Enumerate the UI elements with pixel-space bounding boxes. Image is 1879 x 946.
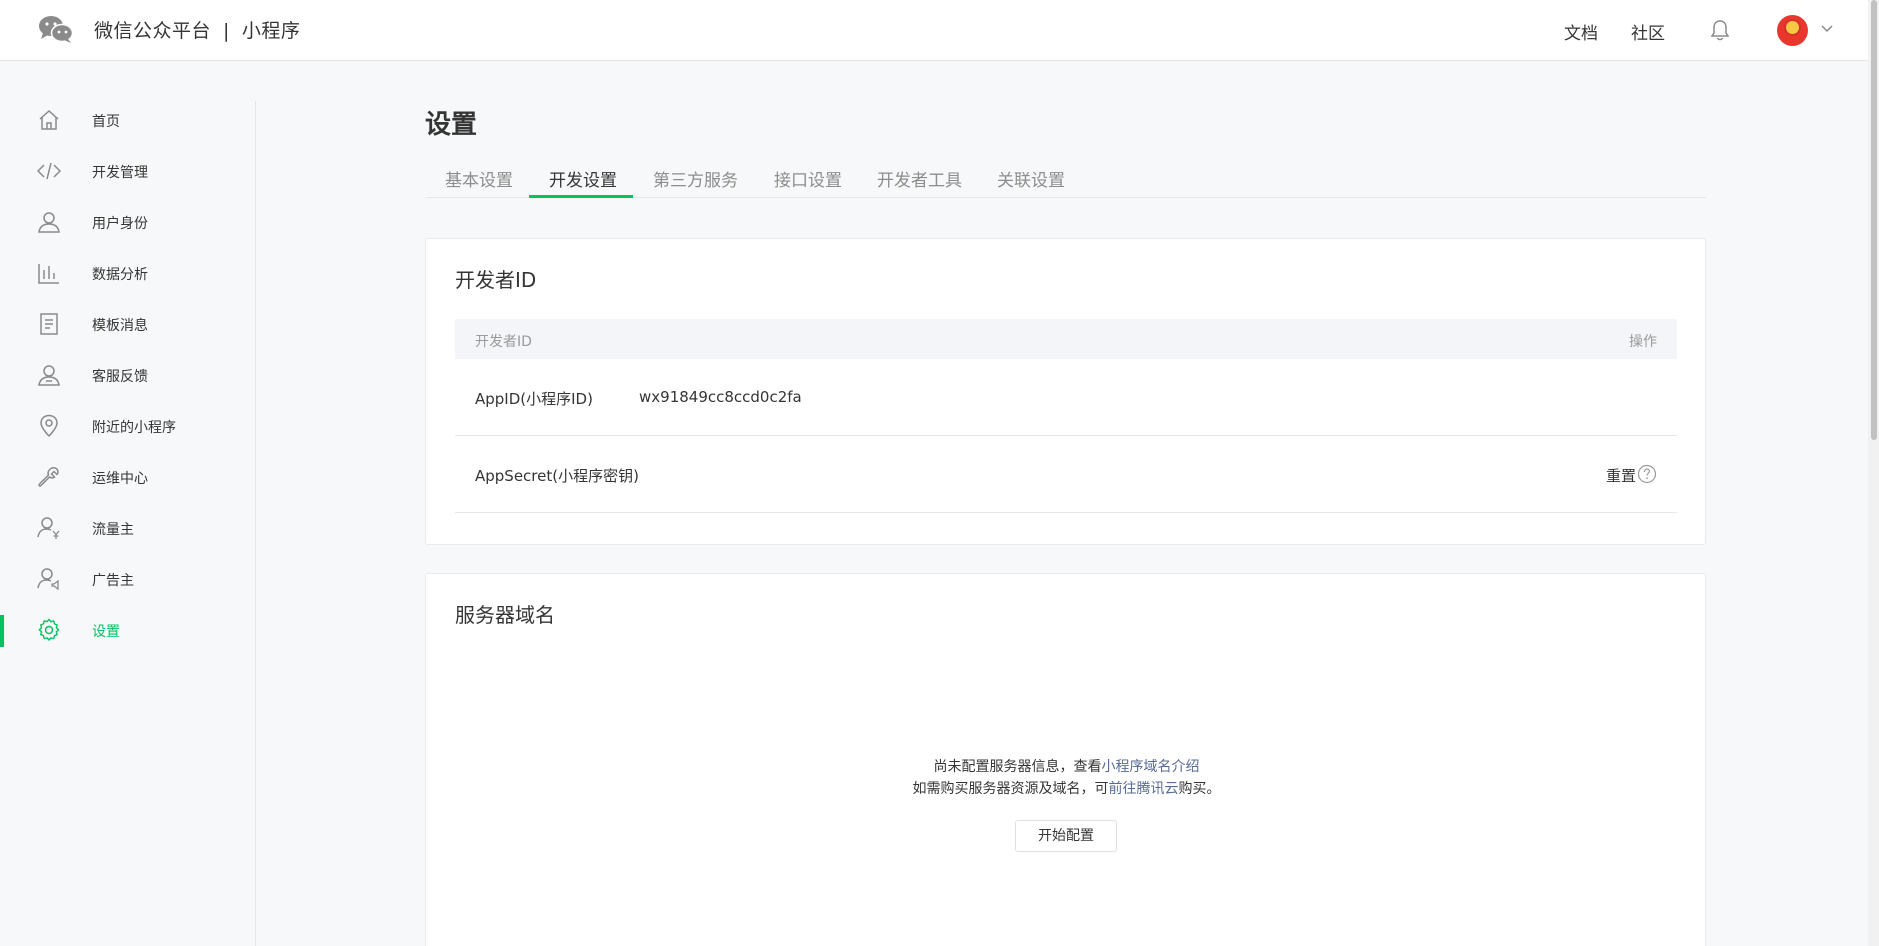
sidebar-item-nearby-miniprogram[interactable]: 附近的小程序 — [0, 401, 255, 452]
scrollbar-thumb[interactable] — [1871, 0, 1877, 440]
tab-dev-settings[interactable]: 开发设置 — [549, 166, 617, 191]
user-speaker-icon — [37, 568, 59, 591]
wrench-icon — [38, 467, 59, 487]
brand-separator: | — [223, 20, 230, 42]
sidebar-item-ops-center[interactable]: 运维中心 — [0, 452, 255, 503]
server-domain-card: 服务器域名 尚未配置服务器信息，查看小程序域名介绍 如需购买服务器资源及域名，可… — [425, 573, 1706, 946]
tencent-cloud-link[interactable]: 前往腾讯云 — [1109, 781, 1179, 797]
column-header: 操作 — [1629, 334, 1657, 350]
sidebar-item-traffic-owner[interactable]: 流量主 — [0, 503, 255, 554]
reset-link[interactable]: 重置 — [1606, 465, 1636, 486]
column-header: 开发者ID — [475, 334, 532, 350]
tab-developer-tools[interactable]: 开发者工具 — [877, 166, 962, 191]
sidebar: 首页 开发管理 用户身份 数据分析 模板消息 客服反馈 附近的小程序 运维中心 … — [0, 61, 256, 946]
sidebar-item-dev-management[interactable]: 开发管理 — [0, 146, 255, 197]
sidebar-item-label: 数据分析 — [92, 267, 148, 283]
sidebar-item-label: 开发管理 — [92, 165, 148, 181]
tab-third-party-services[interactable]: 第三方服务 — [653, 166, 738, 191]
sidebar-item-home[interactable]: 首页 — [0, 95, 255, 146]
home-icon — [39, 109, 59, 130]
empty-state: 尚未配置服务器信息，查看小程序域名介绍 如需购买服务器资源及域名，可前往腾讯云购… — [426, 756, 1707, 800]
wechat-logo-icon[interactable] — [38, 14, 74, 44]
appsecret-label: AppSecret(小程序密钥) — [475, 467, 639, 485]
sidebar-item-label: 客服反馈 — [92, 369, 148, 385]
table-row-appid: AppID(小程序ID) wx91849cc8ccd0c2fa — [455, 359, 1677, 436]
sidebar-item-label: 附近的小程序 — [92, 420, 176, 436]
table-header: 开发者ID 操作 — [455, 319, 1677, 359]
sidebar-item-label: 运维中心 — [92, 471, 148, 487]
community-link[interactable]: 社区 — [1631, 19, 1665, 44]
user-yen-icon — [37, 517, 60, 539]
document-icon — [40, 313, 58, 335]
tab-api-settings[interactable]: 接口设置 — [774, 166, 842, 191]
tab-linked-settings[interactable]: 关联设置 — [997, 166, 1065, 191]
sidebar-item-data-analysis[interactable]: 数据分析 — [0, 248, 255, 299]
sidebar-item-label: 流量主 — [92, 522, 134, 538]
question-circle-icon[interactable] — [1637, 464, 1657, 484]
tab-basic-settings[interactable]: 基本设置 — [445, 166, 513, 191]
bell-icon[interactable] — [1710, 19, 1730, 41]
sidebar-item-label: 首页 — [92, 114, 120, 130]
sidebar-item-label: 广告主 — [92, 573, 134, 589]
empty-state-line-2: 如需购买服务器资源及域名，可前往腾讯云购买。 — [912, 781, 1221, 797]
sidebar-item-label: 设置 — [92, 624, 120, 640]
sidebar-item-template-message[interactable]: 模板消息 — [0, 299, 255, 350]
appid-label: AppID(小程序ID) — [475, 390, 593, 408]
empty-state-line-1: 尚未配置服务器信息，查看小程序域名介绍 — [933, 759, 1200, 775]
location-pin-icon — [40, 414, 58, 438]
sidebar-item-label: 模板消息 — [92, 318, 148, 334]
bar-chart-icon — [38, 264, 59, 284]
gear-icon — [38, 618, 60, 641]
sidebar-item-user-identity[interactable]: 用户身份 — [0, 197, 255, 248]
card-title: 服务器域名 — [455, 603, 555, 627]
docs-link[interactable]: 文档 — [1564, 19, 1598, 44]
sidebar-item-customer-feedback[interactable]: 客服反馈 — [0, 350, 255, 401]
user-icon — [38, 212, 60, 233]
sidebar-item-advertiser[interactable]: 广告主 — [0, 554, 255, 605]
domain-intro-link[interactable]: 小程序域名介绍 — [1102, 759, 1200, 775]
sidebar-divider — [255, 101, 256, 946]
brand-title[interactable]: 微信公众平台 | 小程序 — [94, 16, 300, 43]
sidebar-item-label: 用户身份 — [92, 216, 148, 232]
brand-product: 小程序 — [241, 20, 301, 42]
active-tab-underline — [529, 195, 633, 198]
settings-tabs: 基本设置 开发设置 第三方服务 接口设置 开发者工具 关联设置 — [425, 159, 1706, 198]
code-icon — [37, 162, 61, 180]
page-title: 设置 — [425, 110, 478, 140]
top-bar: 微信公众平台 | 小程序 文档 社区 — [0, 0, 1879, 61]
appid-value[interactable]: wx91849cc8ccd0c2fa — [639, 388, 802, 406]
start-config-button[interactable]: 开始配置 — [1015, 820, 1117, 852]
customer-service-icon — [38, 365, 60, 386]
active-indicator — [0, 615, 4, 647]
developer-id-card: 开发者ID 开发者ID 操作 AppID(小程序ID) wx91849cc8cc… — [425, 238, 1706, 545]
card-title: 开发者ID — [455, 268, 537, 292]
table-row-appsecret: AppSecret(小程序密钥) 重置 — [455, 436, 1677, 513]
sidebar-item-settings[interactable]: 设置 — [0, 605, 255, 656]
avatar[interactable] — [1777, 15, 1808, 46]
chevron-down-icon[interactable] — [1821, 24, 1833, 33]
brand-name: 微信公众平台 — [94, 20, 212, 42]
